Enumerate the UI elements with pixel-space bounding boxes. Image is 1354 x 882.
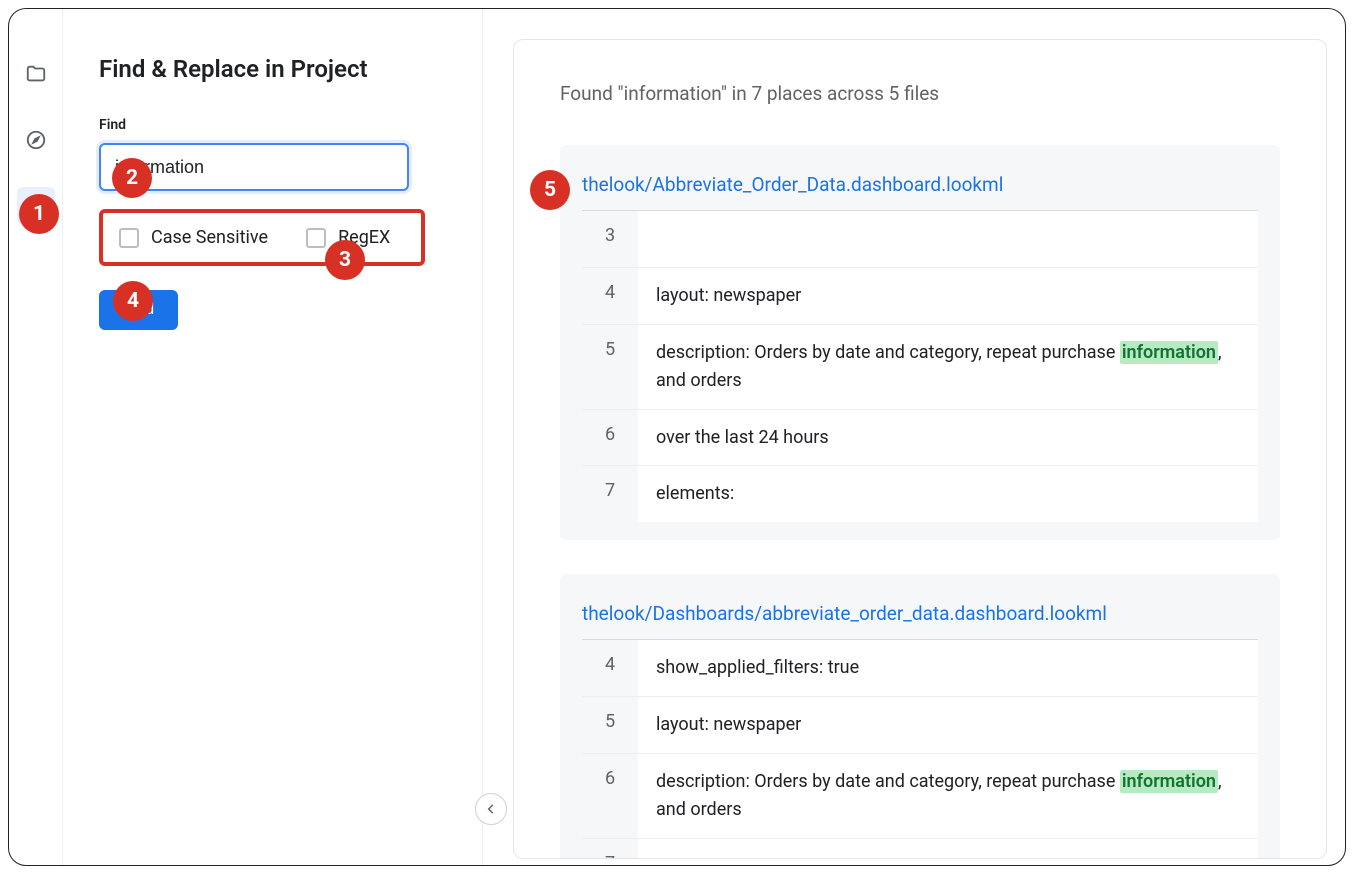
folder-icon bbox=[25, 63, 47, 85]
line-number: 4 bbox=[582, 268, 638, 324]
line-number: 6 bbox=[582, 410, 638, 466]
result-line-row[interactable]: 5layout: newspaper bbox=[582, 697, 1258, 754]
callout-badge-5: 5 bbox=[530, 170, 570, 210]
result-line-row[interactable]: 4show_applied_filters: true bbox=[582, 640, 1258, 697]
callout-badge-1: 1 bbox=[19, 194, 59, 234]
panel-title: Find & Replace in Project bbox=[99, 55, 446, 83]
result-file-path[interactable]: thelook/Abbreviate_Order_Data.dashboard.… bbox=[582, 173, 1258, 211]
result-line-row[interactable]: 6description: Orders by date and categor… bbox=[582, 754, 1258, 839]
line-number: 6 bbox=[582, 754, 638, 838]
result-file-path[interactable]: thelook/Dashboards/abbreviate_order_data… bbox=[582, 602, 1258, 640]
result-file-block: thelook/Dashboards/abbreviate_order_data… bbox=[560, 574, 1280, 859]
line-number: 4 bbox=[582, 640, 638, 696]
rail-item-files[interactable] bbox=[17, 55, 55, 93]
collapse-sidebar-button[interactable] bbox=[475, 793, 507, 825]
case-sensitive-checkbox[interactable]: Case Sensitive bbox=[119, 227, 268, 248]
result-line-row[interactable]: 7elements: bbox=[582, 466, 1258, 522]
line-content: description: Orders by date and category… bbox=[638, 754, 1258, 838]
line-content: layout: newspaper bbox=[638, 268, 1258, 324]
rail-item-explore[interactable] bbox=[17, 121, 55, 159]
find-label: Find bbox=[99, 117, 446, 133]
line-content: layout: newspaper bbox=[638, 697, 1258, 753]
callout-badge-2: 2 bbox=[112, 158, 152, 198]
compass-icon bbox=[25, 129, 47, 151]
result-line-row[interactable]: 6over the last 24 hours bbox=[582, 410, 1258, 467]
results-wrap: Found "information" in 7 places across 5… bbox=[483, 9, 1345, 865]
match-highlight: information bbox=[1120, 341, 1218, 364]
case-sensitive-label: Case Sensitive bbox=[151, 227, 268, 248]
checkbox-icon bbox=[306, 228, 326, 248]
line-number: 3 bbox=[582, 211, 638, 267]
results-summary: Found "information" in 7 places across 5… bbox=[560, 82, 1280, 105]
line-number: 5 bbox=[582, 697, 638, 753]
result-line-row[interactable]: 3 bbox=[582, 211, 1258, 268]
line-content: over the last 24 hours bbox=[638, 410, 1258, 466]
results-file-list: thelook/Abbreviate_Order_Data.dashboard.… bbox=[560, 145, 1280, 859]
results-panel: Found "information" in 7 places across 5… bbox=[513, 39, 1327, 859]
result-line-row[interactable]: 4layout: newspaper bbox=[582, 268, 1258, 325]
callout-badge-3: 3 bbox=[325, 240, 365, 280]
find-options: Case Sensitive RegEX bbox=[99, 209, 425, 266]
result-line-row[interactable]: 7over the last 24 hours bbox=[582, 839, 1258, 859]
icon-rail bbox=[9, 9, 63, 865]
result-line-row[interactable]: 5description: Orders by date and categor… bbox=[582, 325, 1258, 410]
find-replace-panel: Find & Replace in Project Find Case Sens… bbox=[63, 9, 483, 865]
line-content: elements: bbox=[638, 466, 1258, 522]
callout-badge-4: 4 bbox=[113, 281, 153, 321]
checkbox-icon bbox=[119, 228, 139, 248]
line-content: show_applied_filters: true bbox=[638, 640, 1258, 696]
line-number: 7 bbox=[582, 839, 638, 859]
result-file-block: thelook/Abbreviate_Order_Data.dashboard.… bbox=[560, 145, 1280, 540]
match-highlight: information bbox=[1120, 770, 1218, 793]
line-content: description: Orders by date and category… bbox=[638, 325, 1258, 409]
app-frame: Find & Replace in Project Find Case Sens… bbox=[8, 8, 1346, 866]
line-content bbox=[638, 211, 1258, 267]
line-number: 5 bbox=[582, 325, 638, 409]
chevron-left-icon bbox=[484, 802, 498, 816]
line-number: 7 bbox=[582, 466, 638, 522]
line-content: over the last 24 hours bbox=[638, 839, 1258, 859]
